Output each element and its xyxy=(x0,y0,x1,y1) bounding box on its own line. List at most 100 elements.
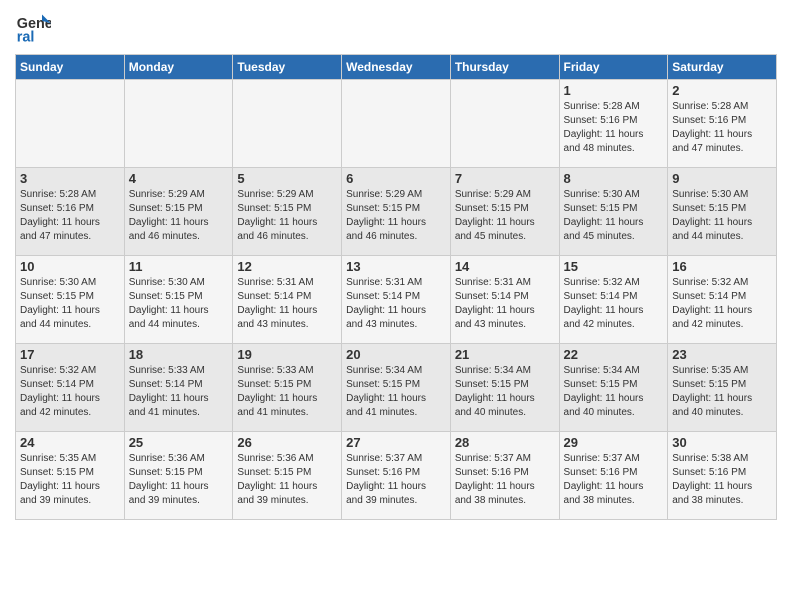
calendar-cell: 18 Sunrise: 5:33 AM Sunset: 5:14 PM Dayli… xyxy=(124,344,233,432)
logo: Gene ral xyxy=(15,10,55,46)
calendar-week-row: 10 Sunrise: 5:30 AM Sunset: 5:15 PM Dayli… xyxy=(16,256,777,344)
day-info: Sunrise: 5:31 AM Sunset: 5:14 PM Dayligh… xyxy=(237,276,337,332)
day-number: 7 xyxy=(455,171,555,186)
day-number: 15 xyxy=(564,259,664,274)
day-number: 10 xyxy=(20,259,120,274)
day-number: 14 xyxy=(455,259,555,274)
day-number: 19 xyxy=(237,347,337,362)
calendar-cell: 22 Sunrise: 5:34 AM Sunset: 5:15 PM Dayli… xyxy=(559,344,668,432)
calendar-cell: 15Sunrise: 5:32 AM Sunset: 5:14 PM Dayli… xyxy=(559,256,668,344)
column-header-thursday: Thursday xyxy=(450,55,559,80)
day-number: 1 xyxy=(564,83,664,98)
calendar-week-row: 17 Sunrise: 5:32 AM Sunset: 5:14 PM Dayli… xyxy=(16,344,777,432)
calendar-cell: 20 Sunrise: 5:34 AM Sunset: 5:15 PM Dayli… xyxy=(342,344,451,432)
day-info: Sunrise: 5:37 AM Sunset: 5:16 PM Dayligh… xyxy=(564,452,664,508)
day-info: Sunrise: 5:34 AM Sunset: 5:15 PM Dayligh… xyxy=(564,364,664,420)
column-header-friday: Friday xyxy=(559,55,668,80)
day-number: 2 xyxy=(672,83,772,98)
calendar-cell: 26 Sunrise: 5:36 AM Sunset: 5:15 PM Dayli… xyxy=(233,432,342,520)
day-number: 29 xyxy=(564,435,664,450)
day-number: 16 xyxy=(672,259,772,274)
calendar-cell: 28 Sunrise: 5:37 AM Sunset: 5:16 PM Dayli… xyxy=(450,432,559,520)
day-info: Sunrise: 5:33 AM Sunset: 5:14 PM Dayligh… xyxy=(129,364,229,420)
day-number: 28 xyxy=(455,435,555,450)
day-number: 17 xyxy=(20,347,120,362)
day-info: Sunrise: 5:38 AM Sunset: 5:16 PM Dayligh… xyxy=(672,452,772,508)
day-info: Sunrise: 5:31 AM Sunset: 5:14 PM Dayligh… xyxy=(455,276,555,332)
day-number: 6 xyxy=(346,171,446,186)
day-info: Sunrise: 5:37 AM Sunset: 5:16 PM Dayligh… xyxy=(455,452,555,508)
calendar-cell: 11Sunrise: 5:30 AM Sunset: 5:15 PM Dayli… xyxy=(124,256,233,344)
calendar-cell: 13 Sunrise: 5:31 AM Sunset: 5:14 PM Dayli… xyxy=(342,256,451,344)
calendar-cell xyxy=(342,80,451,168)
page-header: Gene ral xyxy=(15,10,777,46)
calendar-cell xyxy=(450,80,559,168)
calendar-cell: 16 Sunrise: 5:32 AM Sunset: 5:14 PM Dayli… xyxy=(668,256,777,344)
calendar-cell: 29 Sunrise: 5:37 AM Sunset: 5:16 PM Dayli… xyxy=(559,432,668,520)
day-info: Sunrise: 5:35 AM Sunset: 5:15 PM Dayligh… xyxy=(672,364,772,420)
day-number: 5 xyxy=(237,171,337,186)
calendar-week-row: 3Sunrise: 5:28 AM Sunset: 5:16 PM Daylig… xyxy=(16,168,777,256)
calendar-cell: 7 Sunrise: 5:29 AM Sunset: 5:15 PM Daylig… xyxy=(450,168,559,256)
day-info: Sunrise: 5:28 AM Sunset: 5:16 PM Dayligh… xyxy=(20,188,120,244)
column-header-wednesday: Wednesday xyxy=(342,55,451,80)
day-info: Sunrise: 5:30 AM Sunset: 5:15 PM Dayligh… xyxy=(672,188,772,244)
day-number: 12 xyxy=(237,259,337,274)
calendar-header-row: SundayMondayTuesdayWednesdayThursdayFrid… xyxy=(16,55,777,80)
svg-text:ral: ral xyxy=(17,30,35,46)
calendar-table: SundayMondayTuesdayWednesdayThursdayFrid… xyxy=(15,54,777,520)
calendar-cell: 2 Sunrise: 5:28 AM Sunset: 5:16 PM Daylig… xyxy=(668,80,777,168)
day-number: 25 xyxy=(129,435,229,450)
day-info: Sunrise: 5:33 AM Sunset: 5:15 PM Dayligh… xyxy=(237,364,337,420)
day-number: 13 xyxy=(346,259,446,274)
calendar-cell xyxy=(16,80,125,168)
day-number: 23 xyxy=(672,347,772,362)
day-info: Sunrise: 5:29 AM Sunset: 5:15 PM Dayligh… xyxy=(346,188,446,244)
column-header-sunday: Sunday xyxy=(16,55,125,80)
column-header-saturday: Saturday xyxy=(668,55,777,80)
calendar-cell: 10Sunrise: 5:30 AM Sunset: 5:15 PM Dayli… xyxy=(16,256,125,344)
day-info: Sunrise: 5:28 AM Sunset: 5:16 PM Dayligh… xyxy=(672,100,772,156)
day-number: 24 xyxy=(20,435,120,450)
day-number: 22 xyxy=(564,347,664,362)
day-number: 21 xyxy=(455,347,555,362)
day-info: Sunrise: 5:30 AM Sunset: 5:15 PM Dayligh… xyxy=(129,276,229,332)
logo-icon: Gene ral xyxy=(15,10,51,46)
day-info: Sunrise: 5:35 AM Sunset: 5:15 PM Dayligh… xyxy=(20,452,120,508)
day-info: Sunrise: 5:29 AM Sunset: 5:15 PM Dayligh… xyxy=(237,188,337,244)
calendar-cell: 25 Sunrise: 5:36 AM Sunset: 5:15 PM Dayli… xyxy=(124,432,233,520)
calendar-cell: 24 Sunrise: 5:35 AM Sunset: 5:15 PM Dayli… xyxy=(16,432,125,520)
day-info: Sunrise: 5:29 AM Sunset: 5:15 PM Dayligh… xyxy=(455,188,555,244)
calendar-week-row: 1 Sunrise: 5:28 AM Sunset: 5:16 PM Daylig… xyxy=(16,80,777,168)
calendar-cell: 19 Sunrise: 5:33 AM Sunset: 5:15 PM Dayli… xyxy=(233,344,342,432)
calendar-cell: 14 Sunrise: 5:31 AM Sunset: 5:14 PM Dayli… xyxy=(450,256,559,344)
calendar-cell: 23 Sunrise: 5:35 AM Sunset: 5:15 PM Dayli… xyxy=(668,344,777,432)
day-info: Sunrise: 5:32 AM Sunset: 5:14 PM Dayligh… xyxy=(20,364,120,420)
day-info: Sunrise: 5:34 AM Sunset: 5:15 PM Dayligh… xyxy=(346,364,446,420)
day-info: Sunrise: 5:32 AM Sunset: 5:14 PM Dayligh… xyxy=(672,276,772,332)
calendar-cell: 21 Sunrise: 5:34 AM Sunset: 5:15 PM Dayli… xyxy=(450,344,559,432)
day-number: 4 xyxy=(129,171,229,186)
calendar-cell: 17 Sunrise: 5:32 AM Sunset: 5:14 PM Dayli… xyxy=(16,344,125,432)
calendar-cell: 6 Sunrise: 5:29 AM Sunset: 5:15 PM Daylig… xyxy=(342,168,451,256)
day-info: Sunrise: 5:31 AM Sunset: 5:14 PM Dayligh… xyxy=(346,276,446,332)
calendar-cell: 4Sunrise: 5:29 AM Sunset: 5:15 PM Daylig… xyxy=(124,168,233,256)
day-number: 20 xyxy=(346,347,446,362)
day-number: 18 xyxy=(129,347,229,362)
day-number: 30 xyxy=(672,435,772,450)
calendar-cell: 12 Sunrise: 5:31 AM Sunset: 5:14 PM Dayli… xyxy=(233,256,342,344)
day-info: Sunrise: 5:36 AM Sunset: 5:15 PM Dayligh… xyxy=(129,452,229,508)
day-info: Sunrise: 5:37 AM Sunset: 5:16 PM Dayligh… xyxy=(346,452,446,508)
calendar-cell xyxy=(124,80,233,168)
day-number: 26 xyxy=(237,435,337,450)
day-info: Sunrise: 5:34 AM Sunset: 5:15 PM Dayligh… xyxy=(455,364,555,420)
column-header-monday: Monday xyxy=(124,55,233,80)
calendar-week-row: 24 Sunrise: 5:35 AM Sunset: 5:15 PM Dayli… xyxy=(16,432,777,520)
calendar-cell: 27Sunrise: 5:37 AM Sunset: 5:16 PM Dayli… xyxy=(342,432,451,520)
calendar-cell: 30 Sunrise: 5:38 AM Sunset: 5:16 PM Dayli… xyxy=(668,432,777,520)
calendar-cell xyxy=(233,80,342,168)
day-info: Sunrise: 5:28 AM Sunset: 5:16 PM Dayligh… xyxy=(564,100,664,156)
day-info: Sunrise: 5:36 AM Sunset: 5:15 PM Dayligh… xyxy=(237,452,337,508)
day-number: 9 xyxy=(672,171,772,186)
calendar-cell: 9 Sunrise: 5:30 AM Sunset: 5:15 PM Daylig… xyxy=(668,168,777,256)
